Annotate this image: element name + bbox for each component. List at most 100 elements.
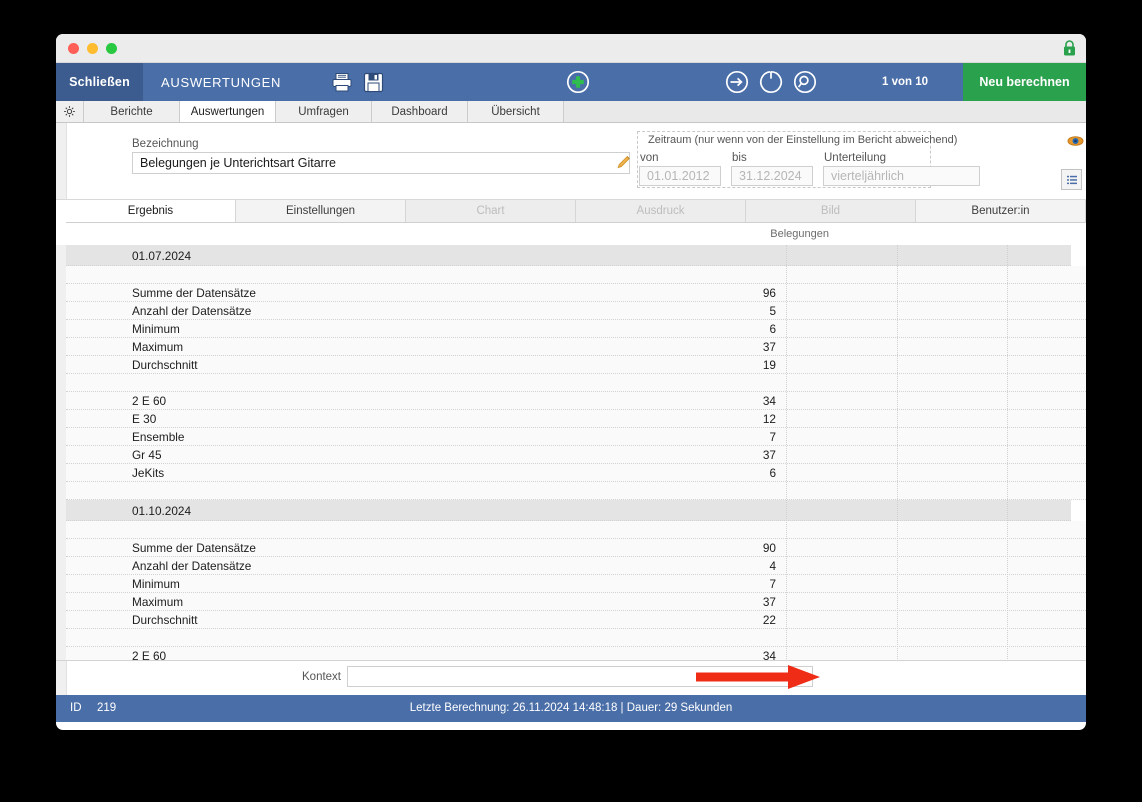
table-row[interactable]: 2 E 60 34	[66, 647, 1086, 660]
module-tab-dashboard[interactable]: Dashboard	[372, 101, 468, 122]
maximize-window-button[interactable]	[106, 43, 117, 54]
table-body: 01.07.2024 Summe der Datensätze 96 Anzahl d…	[66, 245, 1086, 660]
result-tab-label: Einstellungen	[285, 205, 356, 217]
column-header-belegungen: Belegungen	[770, 228, 829, 240]
tab-benutzer[interactable]: Benutzer:in	[916, 200, 1086, 222]
row-value: 19	[762, 358, 776, 372]
row-value: 12	[762, 412, 776, 426]
table-row[interactable]: Anzahl der Datensätze 4	[66, 557, 1086, 575]
column-separator	[897, 245, 898, 660]
unterteilung-select[interactable]: vierteljährlich	[823, 166, 980, 186]
bis-date-input[interactable]: 31.12.2024	[731, 166, 813, 186]
row-value: 37	[762, 595, 776, 609]
eye-icon[interactable]	[1067, 134, 1084, 152]
recalculate-button[interactable]: Neu berechnen	[963, 63, 1086, 101]
row-label: Ensemble	[132, 430, 185, 444]
result-tabbar: Ergebnis Einstellungen Chart Ausdruck Bi…	[66, 200, 1086, 223]
close-button[interactable]: Schließen	[56, 63, 143, 101]
row-label: Maximum	[132, 340, 184, 354]
table-row[interactable]: Durchschnitt 19	[66, 356, 1086, 374]
module-tab-label: Berichte	[110, 105, 153, 118]
tab-bild: Bild	[746, 200, 916, 222]
table-group-row[interactable]: 01.10.2024	[66, 500, 1071, 521]
table-row[interactable]: Minimum 6	[66, 320, 1086, 338]
row-label: 2 E 60	[132, 394, 167, 408]
traffic-lights	[68, 43, 117, 54]
unterteilung-label: Unterteilung	[824, 152, 887, 164]
add-circle-icon[interactable]	[566, 70, 590, 94]
module-title: AUSWERTUNGEN	[161, 74, 282, 90]
module-tab-label: Dashboard	[391, 105, 448, 118]
left-gutter	[56, 123, 67, 199]
table-row[interactable]: Summe der Datensätze 96	[66, 284, 1086, 302]
row-label: Anzahl der Datensätze	[132, 559, 252, 573]
search-circle-icon[interactable]	[793, 70, 817, 94]
toolbar-left-icons	[299, 63, 384, 101]
row-value: 5	[769, 304, 776, 318]
row-value: 6	[769, 466, 776, 480]
lock-icon[interactable]	[1062, 39, 1077, 62]
row-label: Minimum	[132, 322, 180, 336]
kontext-label: Kontext	[302, 671, 341, 683]
table-row[interactable]: Maximum 37	[66, 593, 1086, 611]
table-row[interactable]: Gr 45 37	[66, 446, 1086, 464]
bezeichnung-label: Bezeichnung	[132, 138, 199, 150]
table-row[interactable]: 2 E 60 34	[66, 392, 1086, 410]
bezeichnung-input[interactable]: Belegungen je Unterichtsart Gitarre	[132, 152, 630, 174]
navigation-icons	[590, 63, 817, 101]
zeitraum-legend: Zeitraum (nur wenn von der Einstellung i…	[648, 134, 958, 146]
printer-icon[interactable]	[331, 72, 353, 93]
row-label: JeKits	[132, 466, 165, 480]
result-tab-label: Ausdruck	[636, 205, 685, 217]
module-tabbar: Berichte Auswertungen Umfragen Dashboard…	[56, 101, 1086, 123]
kontext-bar: Kontext	[56, 660, 1086, 695]
table-row[interactable]: JeKits 6	[66, 464, 1086, 482]
module-tab-label: Auswertungen	[190, 105, 265, 118]
record-counter: 1 von 10	[881, 76, 929, 88]
module-tab-label: Übersicht	[491, 105, 540, 118]
bis-label: bis	[732, 152, 747, 164]
row-value: 4	[769, 559, 776, 573]
column-separator	[1007, 245, 1008, 660]
status-bar: ID 219 Letzte Berechnung: 26.11.2024 14:…	[56, 695, 1086, 722]
module-tab-berichte[interactable]: Berichte	[84, 101, 180, 122]
application-window: Schließen AUSWERTUNGEN 1 von 10 Neu bere…	[56, 34, 1086, 730]
row-value: 37	[762, 340, 776, 354]
tab-ausdruck: Ausdruck	[576, 200, 746, 222]
table-row[interactable]: Anzahl der Datensätze 5	[66, 302, 1086, 320]
result-tab-label: Benutzer:in	[971, 205, 1030, 217]
row-value: 7	[769, 577, 776, 591]
settings-gear-tab[interactable]	[56, 101, 84, 122]
row-label: Maximum	[132, 595, 184, 609]
table-row[interactable]: Minimum 7	[66, 575, 1086, 593]
module-tab-uebersicht[interactable]: Übersicht	[468, 101, 564, 122]
refresh-circle-icon[interactable]	[759, 70, 783, 94]
row-label: Summe der Datensätze	[132, 286, 256, 300]
result-table: Belegungen 01.07.2024 Summe der Datensätz…	[56, 223, 1086, 660]
gear-icon	[64, 106, 75, 117]
row-value: 22	[762, 613, 776, 627]
table-row[interactable]: Maximum 37	[66, 338, 1086, 356]
table-row[interactable]: Ensemble 7	[66, 428, 1086, 446]
row-value: 34	[762, 649, 776, 660]
table-row[interactable]: Summe der Datensätze 90	[66, 539, 1086, 557]
minimize-window-button[interactable]	[87, 43, 98, 54]
von-date-input[interactable]: 01.01.2012	[639, 166, 721, 186]
module-tab-auswertungen[interactable]: Auswertungen	[180, 101, 276, 122]
row-label: Minimum	[132, 577, 180, 591]
table-row[interactable]: E 30 12	[66, 410, 1086, 428]
row-value: 96	[762, 286, 776, 300]
module-tab-umfragen[interactable]: Umfragen	[276, 101, 372, 122]
table-row[interactable]: Durchschnitt 22	[66, 611, 1086, 629]
tab-einstellungen[interactable]: Einstellungen	[236, 200, 406, 222]
kontext-select[interactable]	[347, 666, 813, 687]
close-window-button[interactable]	[68, 43, 79, 54]
form-header: Bezeichnung Belegungen je Unterichtsart …	[56, 123, 1086, 200]
column-separator	[786, 245, 787, 660]
table-group-row[interactable]: 01.07.2024	[66, 245, 1071, 266]
tab-ergebnis[interactable]: Ergebnis	[66, 200, 236, 222]
list-icon[interactable]	[1061, 169, 1082, 190]
save-icon[interactable]	[363, 72, 384, 93]
arrow-right-circle-icon[interactable]	[725, 70, 749, 94]
